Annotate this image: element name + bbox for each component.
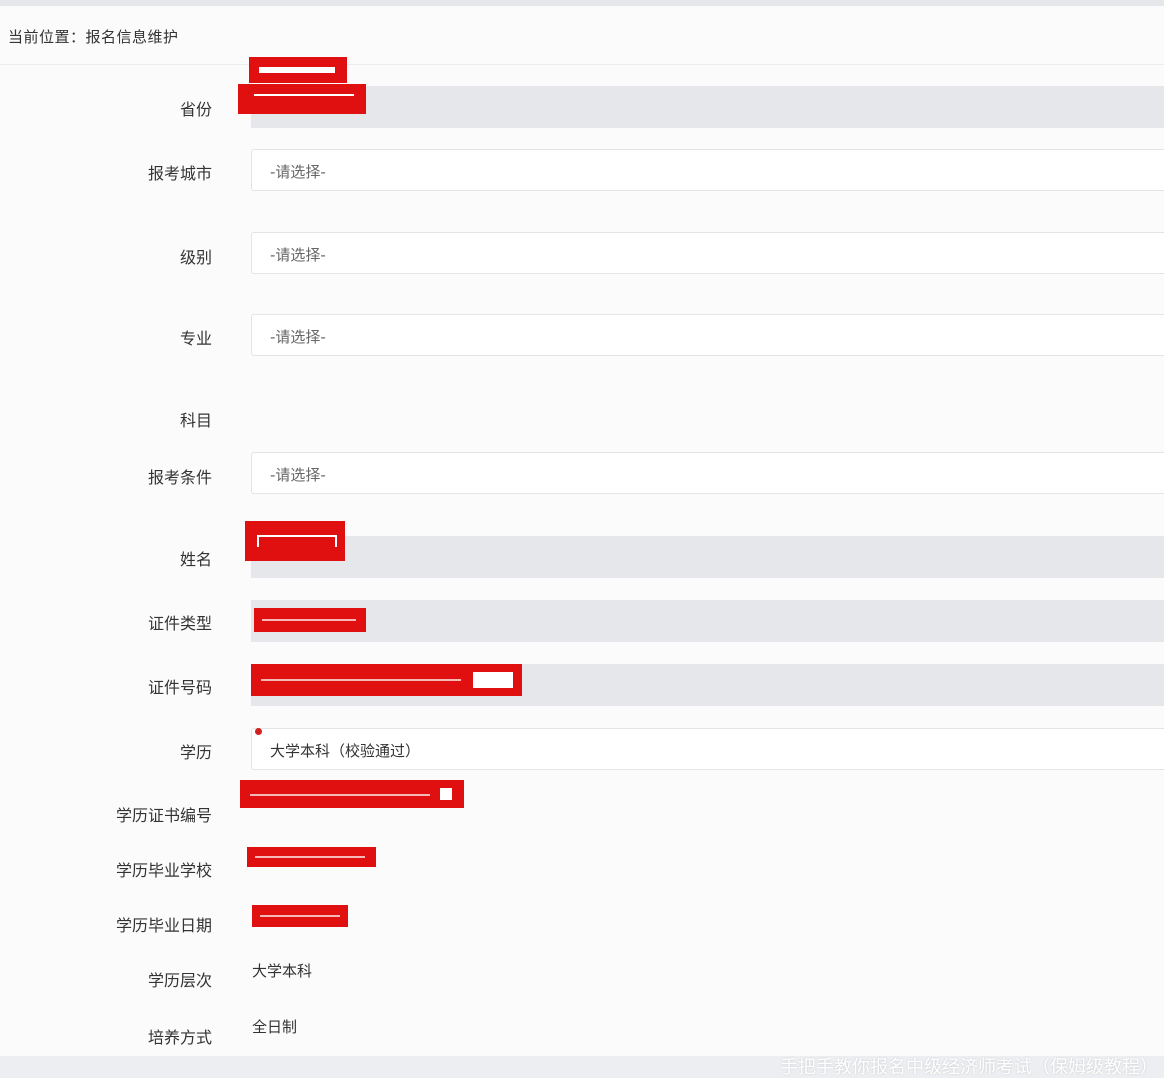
city-select[interactable]: -请选择- [251, 149, 1164, 191]
cert-number-label: 学历证书编号 [115, 806, 212, 825]
id-type-label: 证件类型 [147, 614, 212, 633]
city-label: 报考城市 [147, 164, 212, 183]
graduation-school-label: 学历毕业学校 [115, 861, 212, 880]
redaction-box [254, 608, 366, 632]
breadcrumb-divider [0, 64, 1164, 65]
breadcrumb: 当前位置：报名信息维护 [8, 28, 179, 46]
redaction-box [245, 521, 345, 561]
education-label: 学历 [179, 743, 212, 762]
level-select[interactable]: -请选择- [251, 232, 1164, 274]
id-type-field [251, 600, 1164, 642]
name-label: 姓名 [179, 550, 212, 569]
study-mode-label: 培养方式 [147, 1028, 212, 1047]
education-select-value: 大学本科（校验通过） [270, 742, 421, 760]
education-select[interactable]: 大学本科（校验通过） [251, 728, 1164, 770]
redaction-box [240, 780, 464, 808]
top-strip [0, 0, 1164, 6]
education-level-value: 大学本科 [252, 962, 313, 980]
major-label: 专业 [179, 329, 212, 348]
condition-select[interactable]: -请选择- [251, 452, 1164, 494]
id-number-label: 证件号码 [147, 678, 212, 697]
education-level-label: 学历层次 [147, 971, 212, 990]
registration-info-page: 当前位置：报名信息维护 省份 报考城市 -请选择- 级别 -请选择- 专业 -请… [0, 0, 1164, 1078]
required-marker [255, 728, 262, 735]
graduation-date-label: 学历毕业日期 [115, 916, 212, 935]
redaction-box [249, 57, 347, 83]
condition-label: 报考条件 [147, 468, 212, 487]
redaction-box [247, 847, 376, 867]
city-select-value: -请选择- [270, 163, 326, 181]
major-select[interactable]: -请选择- [251, 314, 1164, 356]
level-select-value: -请选择- [270, 246, 326, 264]
study-mode-value: 全日制 [252, 1018, 298, 1036]
redaction-box [238, 84, 366, 114]
subject-label: 科目 [179, 411, 212, 430]
province-field [251, 86, 1164, 128]
province-label: 省份 [179, 100, 212, 119]
redaction-box [252, 905, 348, 927]
name-field [251, 536, 1164, 578]
level-label: 级别 [179, 248, 212, 267]
watermark-caption: 手把手教你报名中级经济师考试（保姆级教程） [780, 1057, 1158, 1078]
major-select-value: -请选择- [270, 328, 326, 346]
condition-select-value: -请选择- [270, 466, 326, 484]
redaction-box [251, 664, 522, 696]
